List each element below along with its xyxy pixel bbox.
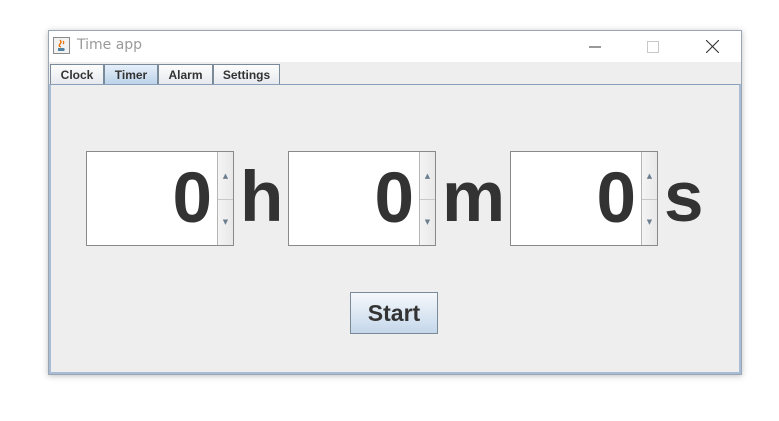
start-button[interactable]: Start: [350, 292, 438, 334]
seconds-decrement-button[interactable]: ▼: [642, 198, 657, 245]
close-button[interactable]: [689, 31, 735, 62]
hours-spin-arrows: ▲ ▼: [217, 152, 233, 245]
minutes-input[interactable]: 0: [289, 152, 418, 245]
tab-settings[interactable]: Settings: [213, 64, 280, 84]
minimize-button[interactable]: [572, 31, 618, 62]
close-icon: [705, 40, 719, 53]
maximize-button[interactable]: [630, 31, 676, 62]
minimize-icon: [589, 46, 601, 47]
arrow-up-icon: ▲: [222, 171, 229, 180]
hours-input[interactable]: 0: [87, 152, 216, 245]
seconds-increment-button[interactable]: ▲: [642, 152, 657, 200]
seconds-spin-arrows: ▲ ▼: [641, 152, 657, 245]
tab-clock[interactable]: Clock: [50, 64, 104, 84]
seconds-spinner[interactable]: 0 ▲ ▼: [510, 151, 658, 246]
arrow-down-icon: ▼: [424, 217, 431, 226]
window-title: Time app: [77, 37, 143, 53]
minutes-spinner[interactable]: 0 ▲ ▼: [288, 151, 436, 246]
tab-timer[interactable]: Timer: [104, 64, 158, 84]
arrow-up-icon: ▲: [646, 171, 653, 180]
maximize-icon: [647, 40, 659, 53]
arrow-down-icon: ▼: [646, 217, 653, 226]
minutes-increment-button[interactable]: ▲: [420, 152, 435, 200]
minutes-decrement-button[interactable]: ▼: [420, 198, 435, 245]
seconds-input[interactable]: 0: [511, 152, 640, 245]
hours-unit-label: h: [240, 158, 284, 237]
title-bar[interactable]: Time app: [49, 31, 741, 62]
hours-spinner[interactable]: 0 ▲ ▼: [86, 151, 234, 246]
seconds-unit-label: s: [664, 158, 704, 237]
hours-increment-button[interactable]: ▲: [218, 152, 233, 200]
tab-strip: Clock Timer Alarm Settings: [49, 62, 741, 84]
tab-alarm[interactable]: Alarm: [158, 64, 213, 84]
minutes-unit-label: m: [442, 158, 506, 237]
minutes-spin-arrows: ▲ ▼: [419, 152, 435, 245]
arrow-up-icon: ▲: [424, 171, 431, 180]
java-app-icon: [53, 37, 70, 54]
arrow-down-icon: ▼: [222, 217, 229, 226]
hours-decrement-button[interactable]: ▼: [218, 198, 233, 245]
